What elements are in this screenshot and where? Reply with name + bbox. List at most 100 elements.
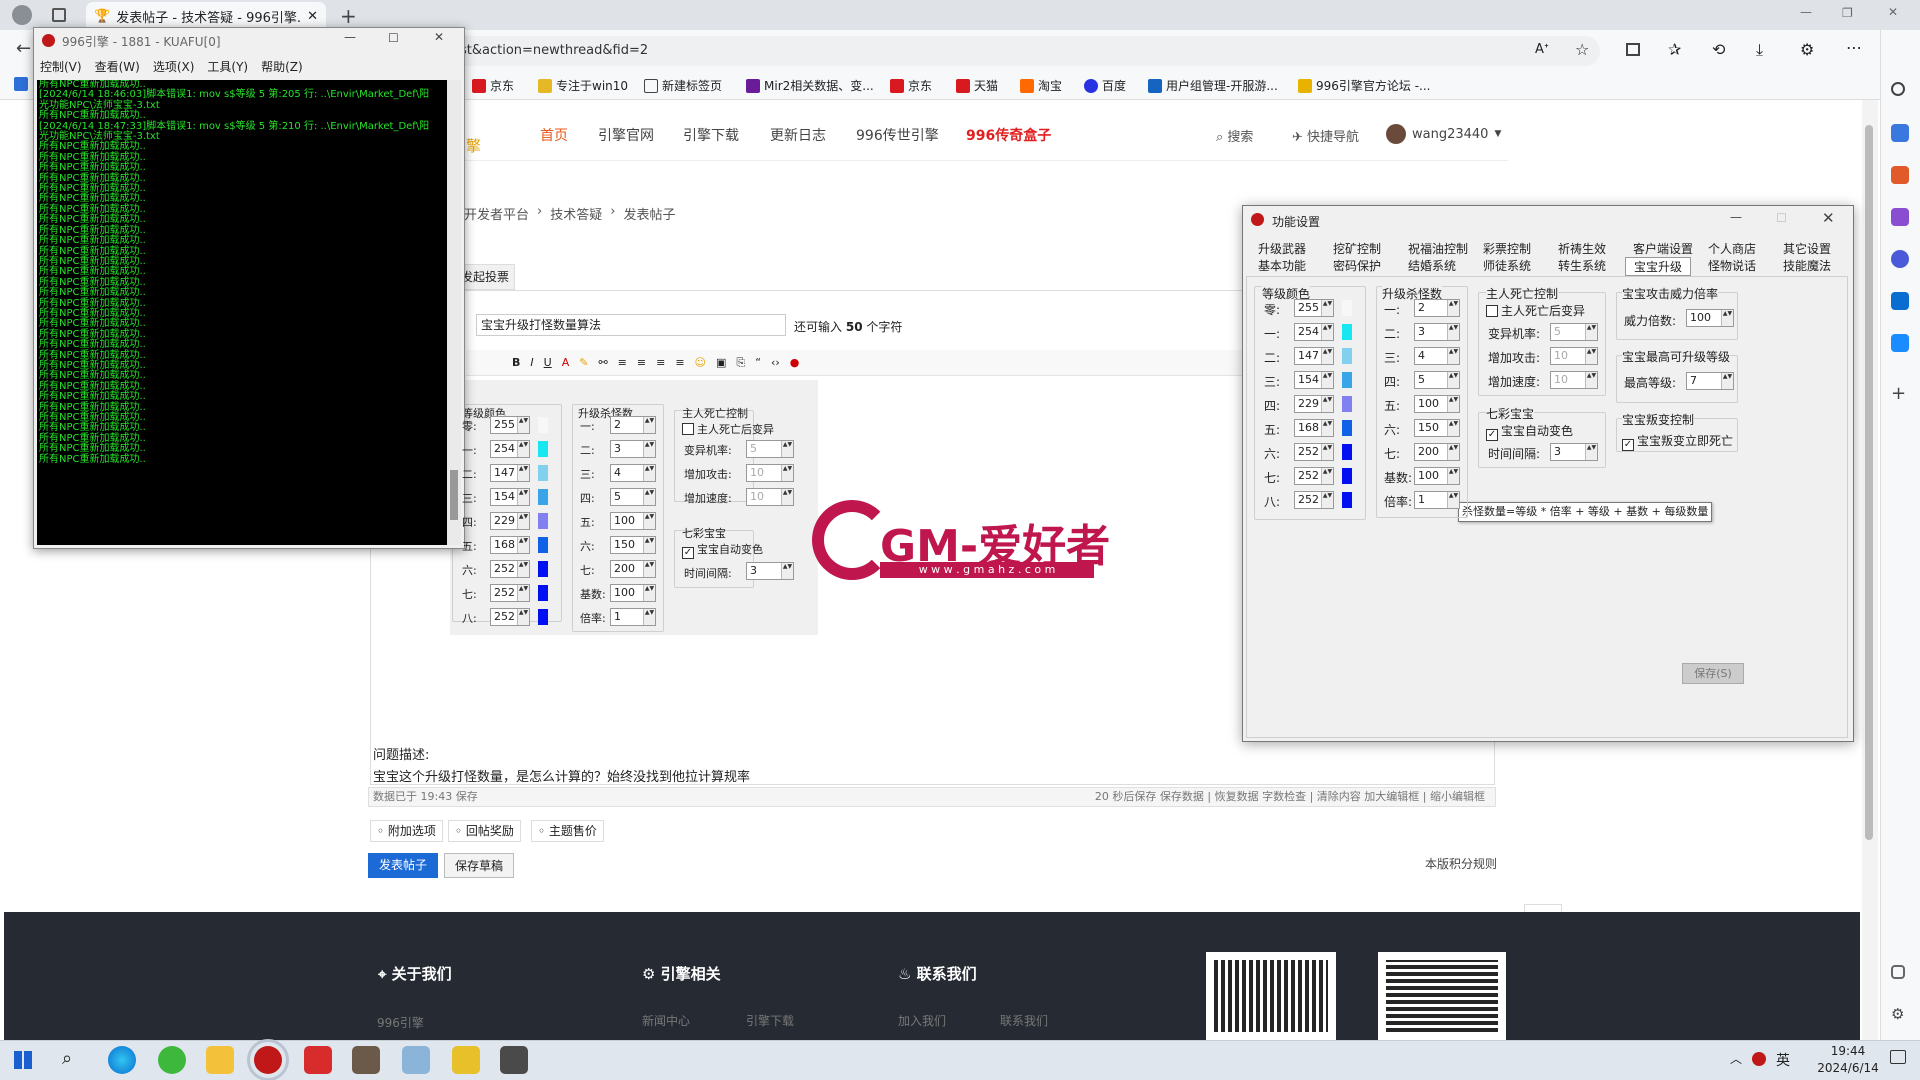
spin-arrows-icon[interactable]: ▲▼: [643, 417, 655, 433]
color-value-spinner[interactable]: 255 ▲▼: [1294, 299, 1334, 317]
align-right-icon[interactable]: ≡: [656, 356, 665, 369]
spin-arrows-icon[interactable]: ▲▼: [1721, 310, 1733, 326]
dialog-tab[interactable]: 祈祷生效: [1558, 240, 1606, 257]
spin-arrows-icon[interactable]: ▲▼: [517, 537, 529, 553]
fav-jd-1[interactable]: 京东: [472, 77, 514, 94]
circle-app-icon[interactable]: [1891, 250, 1909, 268]
rainbow-interval-spinner[interactable]: 3 ▲▼: [1550, 443, 1598, 461]
spin-arrows-icon[interactable]: ▲▼: [517, 417, 529, 433]
spin-arrows-icon[interactable]: ▲▼: [1321, 348, 1333, 364]
dialog-tab[interactable]: 客户端设置: [1633, 240, 1693, 257]
embedded-kill-spinner[interactable]: 1 ▲▼: [610, 608, 656, 626]
spin-arrows-icon[interactable]: ▲▼: [1447, 420, 1459, 436]
browser-tab-active[interactable]: 🏆 发表帖子 - 技术答疑 - 996引擎... ✕: [86, 2, 326, 30]
death-spinner[interactable]: 10 ▲▼: [1550, 347, 1598, 365]
downloads-icon[interactable]: ⤓: [1756, 40, 1763, 60]
spin-arrows-icon[interactable]: ▲▼: [517, 465, 529, 481]
spin-arrows-icon[interactable]: ▲▼: [1321, 300, 1333, 316]
fav-baidu[interactable]: 百度: [1084, 77, 1126, 94]
996-engine-taskbar-icon[interactable]: [247, 1039, 289, 1080]
dialog-tab[interactable]: 升级武器: [1258, 240, 1306, 257]
profile-icon[interactable]: [12, 5, 32, 25]
fav-jd-2[interactable]: 京东: [890, 77, 932, 94]
spin-arrows-icon[interactable]: ▲▼: [517, 489, 529, 505]
settings-icon[interactable]: ⚙: [1891, 1005, 1909, 1023]
link-icon[interactable]: ⚯: [598, 356, 607, 369]
attack-spinner[interactable]: 100 ▲▼: [1686, 309, 1734, 327]
fav-app-icon[interactable]: [14, 77, 28, 91]
kill-count-spinner[interactable]: 1 ▲▼: [1414, 491, 1460, 509]
spin-arrows-icon[interactable]: ▲▼: [643, 441, 655, 457]
embedded-kill-spinner[interactable]: 5 ▲▼: [610, 488, 656, 506]
console-menu-options[interactable]: 选项(X): [153, 58, 195, 75]
kill-count-spinner[interactable]: 200 ▲▼: [1414, 443, 1460, 461]
death-mutate-checkbox[interactable]: 主人死亡后变异: [1486, 302, 1585, 319]
embedded-kill-spinner[interactable]: 100 ▲▼: [610, 512, 656, 530]
underline-icon[interactable]: U: [544, 356, 552, 369]
console-menu-help[interactable]: 帮助(Z): [261, 58, 303, 75]
subject-input[interactable]: 宝宝升级打怪数量算法: [476, 314, 786, 336]
spin-arrows-icon[interactable]: ▲▼: [1321, 372, 1333, 388]
color-value-spinner[interactable]: 254 ▲▼: [1294, 323, 1334, 341]
embedded-kill-spinner[interactable]: 150 ▲▼: [610, 536, 656, 554]
color-value-spinner[interactable]: 154 ▲▼: [1294, 371, 1334, 389]
rules-link[interactable]: 本版积分规则: [1425, 855, 1497, 872]
dialog-tab[interactable]: 转生系统: [1558, 257, 1606, 274]
read-aloud-icon[interactable]: Aᐩ: [1535, 42, 1549, 57]
breadcrumb-item[interactable]: 技术答疑: [550, 204, 602, 223]
max-level-spinner[interactable]: 7 ▲▼: [1686, 372, 1734, 390]
align-left-icon[interactable]: ≡: [618, 356, 627, 369]
embedded-kill-spinner[interactable]: 2 ▲▼: [610, 416, 656, 434]
split-screen-icon[interactable]: [1626, 43, 1640, 56]
send-icon[interactable]: [1891, 334, 1909, 352]
nav-996-box[interactable]: 996传奇盒子: [966, 125, 1051, 145]
fav-996forum[interactable]: 996引擎官方论坛 -...: [1298, 77, 1431, 94]
footer-news[interactable]: 新闻中心: [642, 1012, 690, 1029]
bold-icon[interactable]: B: [512, 356, 520, 369]
spin-arrows-icon[interactable]: ▲▼: [781, 489, 793, 505]
embedded-kill-spinner[interactable]: 4 ▲▼: [610, 464, 656, 482]
spin-arrows-icon[interactable]: ▲▼: [517, 561, 529, 577]
dialog-tab[interactable]: 怪物说话: [1708, 257, 1756, 274]
spin-arrows-icon[interactable]: ▲▼: [1447, 300, 1459, 316]
explorer-taskbar-icon[interactable]: [206, 1046, 234, 1074]
address-input[interactable]: st&action=newthread&fid=2: [450, 36, 1600, 66]
embedded-color-spinner[interactable]: 168 ▲▼: [490, 536, 530, 554]
embedded-color-spinner[interactable]: 229 ▲▼: [490, 512, 530, 530]
nav-official[interactable]: 引擎官网: [598, 125, 654, 145]
spin-arrows-icon[interactable]: ▲▼: [781, 563, 793, 579]
spin-arrows-icon[interactable]: ▲▼: [1447, 372, 1459, 388]
console-close-icon[interactable]: ✕: [434, 30, 444, 44]
spin-arrows-icon[interactable]: ▲▼: [643, 513, 655, 529]
tray-chevron-icon[interactable]: ︿: [1730, 1050, 1742, 1067]
dialog-minimize-icon[interactable]: —: [1730, 210, 1742, 224]
user-menu[interactable]: wang23440 ▼: [1386, 124, 1501, 144]
spin-arrows-icon[interactable]: ▲▼: [1321, 324, 1333, 340]
embedded-interval-spinner[interactable]: 3 ▲▼: [746, 562, 794, 580]
fav-taobao[interactable]: 淘宝: [1020, 77, 1062, 94]
checkbox-checked-icon[interactable]: ✓: [1622, 439, 1634, 451]
embedded-color-spinner[interactable]: 252 ▲▼: [490, 560, 530, 578]
color-value-spinner[interactable]: 147 ▲▼: [1294, 347, 1334, 365]
qq-icon[interactable]: ●: [790, 356, 800, 369]
ime-indicator[interactable]: 英: [1776, 1050, 1790, 1070]
kill-count-spinner[interactable]: 5 ▲▼: [1414, 371, 1460, 389]
spin-arrows-icon[interactable]: ▲▼: [1447, 468, 1459, 484]
add-icon[interactable]: +: [1891, 385, 1909, 403]
tab-actions-icon[interactable]: [52, 8, 66, 22]
kill-count-spinner[interactable]: 150 ▲▼: [1414, 419, 1460, 437]
color-value-spinner[interactable]: 168 ▲▼: [1294, 419, 1334, 437]
spin-arrows-icon[interactable]: ▲▼: [1447, 348, 1459, 364]
kill-count-spinner[interactable]: 4 ▲▼: [1414, 347, 1460, 365]
dialog-tab[interactable]: 个人商店: [1708, 240, 1756, 257]
spin-arrows-icon[interactable]: ▲▼: [1585, 372, 1597, 388]
toolbox-icon[interactable]: [1891, 166, 1909, 184]
footer-contact-us[interactable]: 联系我们: [1000, 1012, 1048, 1029]
embedded-kill-spinner[interactable]: 3 ▲▼: [610, 440, 656, 458]
spin-arrows-icon[interactable]: ▲▼: [1585, 444, 1597, 460]
close-tab-icon[interactable]: ✕: [307, 9, 318, 24]
kill-count-spinner[interactable]: 100 ▲▼: [1414, 395, 1460, 413]
checkbox-checked-icon[interactable]: ✓: [1486, 429, 1498, 441]
minimize-window-icon[interactable]: —: [1800, 5, 1812, 19]
spin-arrows-icon[interactable]: ▲▼: [1321, 492, 1333, 508]
